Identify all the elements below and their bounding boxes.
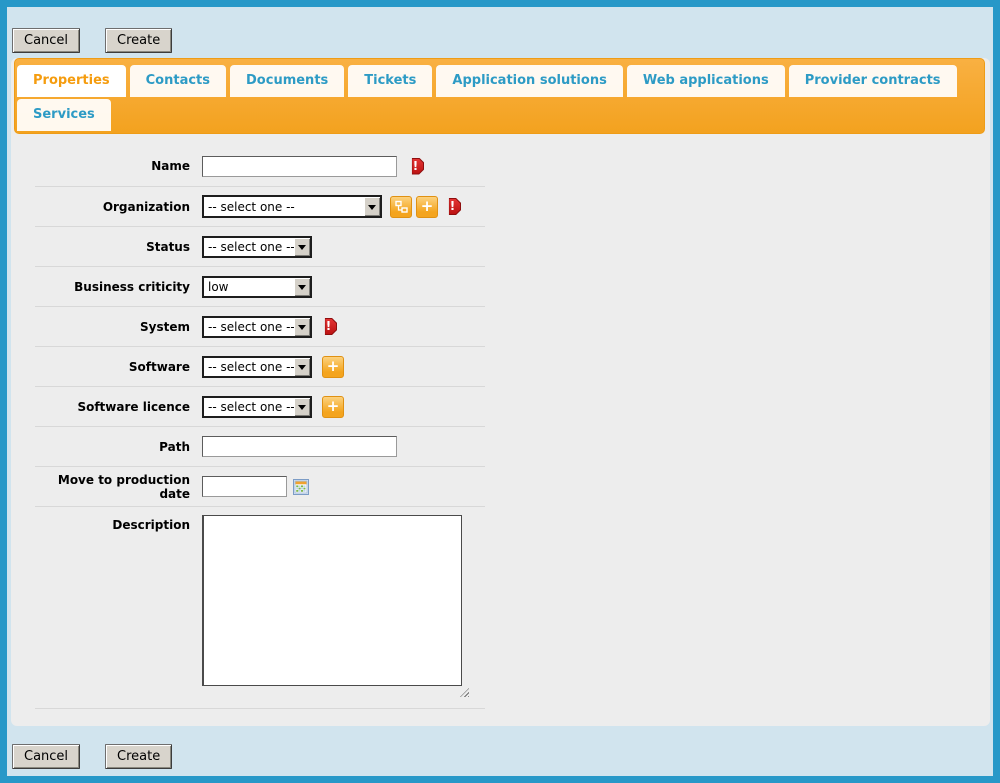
path-input[interactable]: [202, 436, 397, 457]
system-label: System: [35, 320, 190, 334]
tab-contacts[interactable]: Contacts: [130, 65, 226, 97]
object-creation-window: Cancel Create Properties Contacts Docume…: [0, 0, 1000, 783]
software-select[interactable]: -- select one --: [202, 356, 312, 378]
create-button-top[interactable]: Create: [105, 28, 172, 53]
dropdown-arrow-icon: [294, 358, 310, 376]
business-criticity-label: Business criticity: [35, 280, 190, 294]
dropdown-arrow-icon: [294, 278, 310, 296]
dropdown-arrow-icon: [294, 238, 310, 256]
business-criticity-select[interactable]: low: [202, 276, 312, 298]
create-button-bottom[interactable]: Create: [105, 744, 172, 769]
tab-row-1: Properties Contacts Documents Tickets Ap…: [17, 65, 982, 97]
tab-row-2: Services: [17, 99, 982, 131]
tab-properties[interactable]: Properties: [17, 65, 126, 97]
system-select[interactable]: -- select one --: [202, 316, 312, 338]
calendar-icon: [293, 479, 309, 495]
organization-row: Organization -- select one --: [11, 186, 990, 226]
form-panel: Properties Contacts Documents Tickets Ap…: [11, 58, 990, 726]
path-row: Path: [11, 426, 990, 466]
name-label: Name: [35, 159, 190, 173]
plus-icon: +: [327, 399, 340, 414]
software-row: Software -- select one -- +: [11, 346, 990, 386]
dropdown-arrow-icon: [294, 318, 310, 336]
software-label: Software: [35, 360, 190, 374]
status-label: Status: [35, 240, 190, 254]
calendar-picker-button[interactable]: [293, 479, 309, 495]
dropdown-arrow-icon: [294, 398, 310, 416]
move-to-production-date-input[interactable]: [202, 476, 287, 497]
form-bottom-separator: [35, 708, 485, 709]
name-input[interactable]: [202, 156, 397, 177]
top-toolbar: Cancel Create: [7, 7, 993, 53]
dropdown-arrow-icon: [364, 197, 380, 216]
hierarchy-browse-button[interactable]: [390, 196, 412, 218]
software-licence-label: Software licence: [35, 400, 190, 414]
textarea-resize-handle[interactable]: [460, 688, 469, 697]
move-to-production-date-row: Move to production date: [11, 466, 990, 506]
add-organization-button[interactable]: +: [416, 196, 438, 218]
tab-documents[interactable]: Documents: [230, 65, 344, 97]
mandatory-warning-icon: !: [407, 158, 424, 175]
software-licence-row: Software licence -- select one -- +: [11, 386, 990, 426]
tab-tickets[interactable]: Tickets: [348, 65, 432, 97]
description-textarea[interactable]: [202, 515, 462, 686]
description-row: Description: [11, 506, 990, 708]
status-select[interactable]: -- select one --: [202, 236, 312, 258]
mandatory-warning-icon: !: [444, 198, 461, 215]
system-row: System -- select one -- !: [11, 306, 990, 346]
software-licence-select[interactable]: -- select one --: [202, 396, 312, 418]
path-label: Path: [35, 440, 190, 454]
cancel-button-bottom[interactable]: Cancel: [12, 744, 80, 769]
description-label: Description: [35, 518, 190, 532]
name-row: Name !: [11, 146, 990, 186]
plus-icon: +: [421, 199, 434, 214]
tab-services[interactable]: Services: [17, 99, 111, 131]
organization-label: Organization: [35, 200, 190, 214]
mandatory-warning-icon: !: [320, 318, 337, 335]
add-software-button[interactable]: +: [322, 356, 344, 378]
tab-application-solutions[interactable]: Application solutions: [436, 65, 622, 97]
hierarchy-icon: [395, 200, 408, 213]
business-criticity-row: Business criticity low: [11, 266, 990, 306]
tab-web-applications[interactable]: Web applications: [627, 65, 785, 97]
organization-select[interactable]: -- select one --: [202, 195, 382, 218]
bottom-toolbar: Cancel Create: [12, 744, 993, 769]
properties-form: Name ! Organization --: [11, 134, 990, 709]
move-to-production-date-label: Move to production date: [35, 473, 190, 501]
cancel-button-top[interactable]: Cancel: [12, 28, 80, 53]
status-row: Status -- select one --: [11, 226, 990, 266]
add-software-licence-button[interactable]: +: [322, 396, 344, 418]
plus-icon: +: [327, 359, 340, 374]
tab-bar: Properties Contacts Documents Tickets Ap…: [14, 58, 985, 134]
tab-provider-contracts[interactable]: Provider contracts: [789, 65, 957, 97]
